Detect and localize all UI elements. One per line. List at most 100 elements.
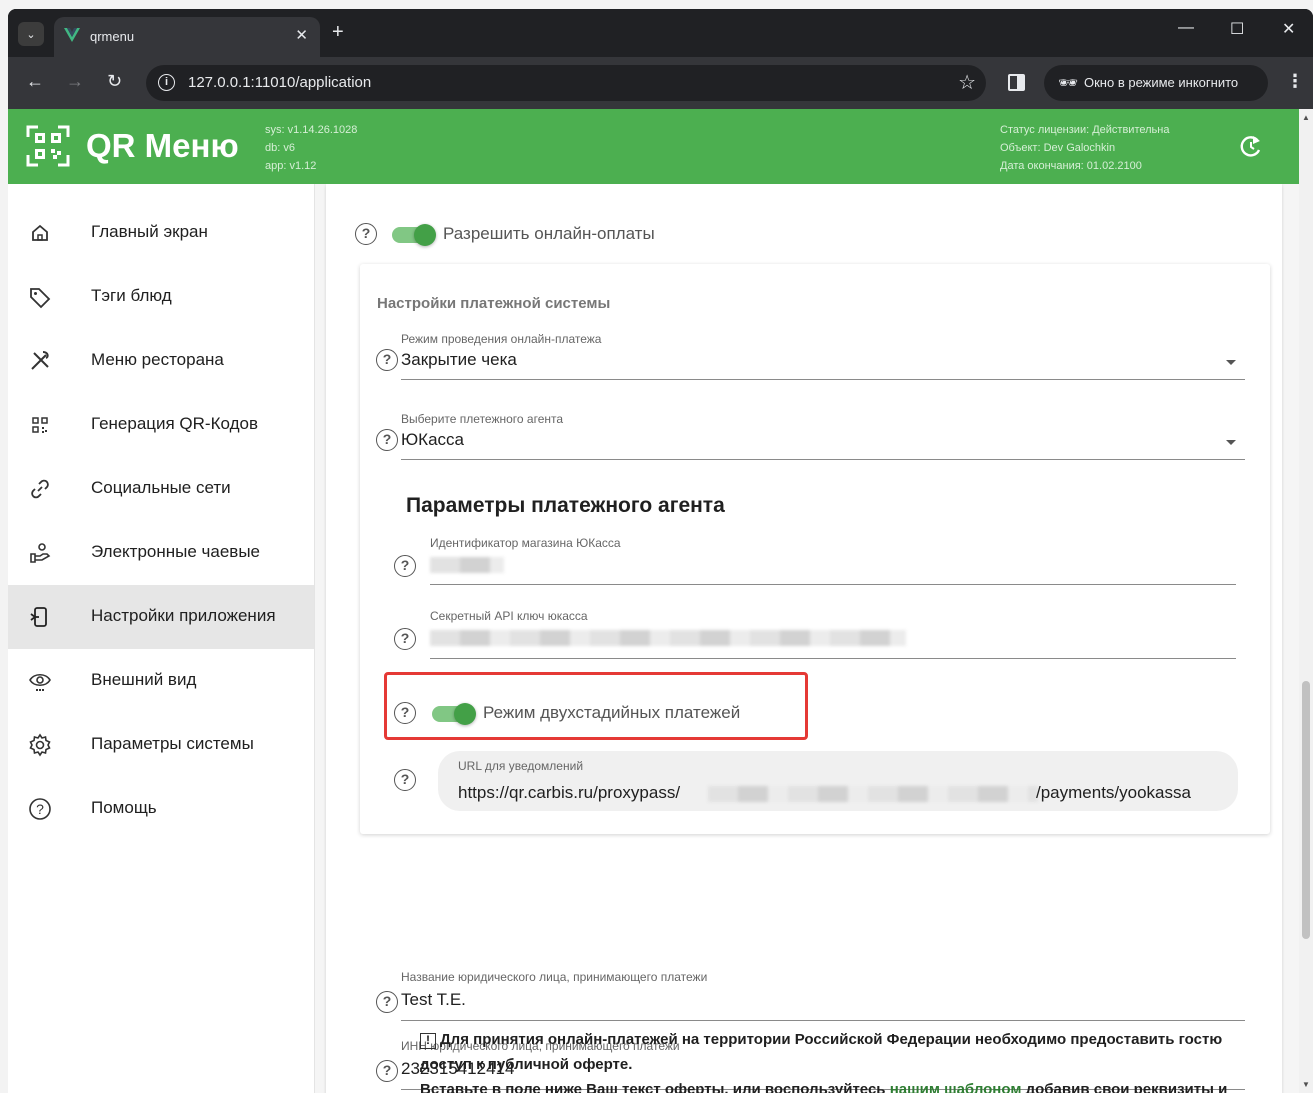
license-status: Статус лицензии: Действительна (1000, 124, 1170, 136)
sidebar-item-label: Тэги блюд (91, 286, 172, 305)
app-brand: QR Меню (86, 127, 239, 164)
payment-agent-select[interactable]: ЮКасса (401, 430, 464, 450)
notification-url-redacted (708, 786, 1038, 802)
tab-search-button[interactable]: ⌄ (18, 22, 44, 46)
sidebar-item-help[interactable]: ? Помощь (8, 777, 314, 841)
tab-bar: ⌄ qrmenu ✕ + — ☐ ✕ (8, 9, 1313, 57)
tab-title: qrmenu (90, 29, 135, 44)
notice-line-1: Для принятия онлайн-платежей на территор… (440, 1031, 1223, 1048)
license-expires: Дата окончания: 01.02.2100 (1000, 160, 1142, 172)
app-settings-icon (30, 607, 47, 627)
new-tab-icon[interactable]: + (332, 21, 344, 44)
incognito-badge[interactable]: 🕶 Окно в режиме инкогнито (1044, 65, 1268, 101)
sidebar-item-menu[interactable]: Меню ресторана (8, 329, 314, 393)
license-refresh-icon[interactable] (1238, 133, 1264, 159)
sidebar-item-social[interactable]: Социальные сети (8, 457, 314, 521)
reload-icon[interactable]: ↻ (107, 71, 122, 92)
browser-menu-icon[interactable]: ⋮ (1286, 71, 1304, 92)
version-db: db: v6 (265, 142, 295, 154)
sidebar-item-home[interactable]: Главный экран (8, 201, 314, 265)
chevron-down-icon[interactable] (1226, 360, 1236, 365)
help-icon: ? (29, 798, 51, 820)
license-object: Объект: Dev Galochkin (1000, 142, 1116, 154)
notification-url-field[interactable]: URL для уведомлений https://qr.carbis.ru… (438, 751, 1238, 811)
minimize-icon[interactable]: — (1178, 19, 1194, 37)
sidebar-item-appearance[interactable]: Внешний вид (8, 649, 314, 713)
notification-url-prefix: https://qr.carbis.ru/proxypass/ (458, 783, 681, 802)
help-icon[interactable]: ? (394, 769, 416, 791)
sidebar-item-label: Социальные сети (91, 478, 231, 497)
bookmark-star-icon[interactable]: ☆ (958, 70, 976, 95)
scroll-up-icon[interactable]: ▲ (1302, 113, 1310, 122)
sidebar-item-tags[interactable]: Тэги блюд (8, 265, 314, 329)
site-info-icon[interactable]: i (158, 74, 175, 91)
sidebar-item-app-settings[interactable]: Настройки приложения (8, 585, 314, 649)
incognito-label: Окно в режиме инкогнито (1084, 75, 1239, 90)
sidebar-item-system[interactable]: Параметры системы (8, 713, 314, 777)
help-icon[interactable]: ? (394, 702, 416, 724)
sidebar-item-tips[interactable]: Электронные чаевые (8, 521, 314, 585)
shop-id-input-redacted[interactable] (430, 557, 504, 573)
eye-icon (29, 673, 51, 691)
sidebar: Главный экран Тэги блюд Меню ресторана Г… (8, 184, 315, 1093)
two-stage-payments-toggle[interactable] (432, 703, 476, 725)
omnibox[interactable]: i 127.0.0.1:11010/application ☆ (146, 65, 986, 101)
side-panel-icon[interactable] (1008, 74, 1025, 91)
agent-params-title: Параметры платежного агента (406, 494, 725, 517)
payment-mode-select[interactable]: Закрытие чека (401, 350, 517, 370)
sidebar-item-label: Меню ресторана (91, 350, 224, 369)
back-icon[interactable]: ← (26, 71, 44, 92)
license-info: Статус лицензии: Действительна Объект: D… (1000, 121, 1169, 175)
page-scrollbar[interactable]: ▲ ▼ (1299, 109, 1313, 1093)
help-icon[interactable]: ? (376, 991, 398, 1013)
home-icon (32, 224, 48, 241)
payment-system-panel: Настройки платежной системы ? Режим пров… (360, 264, 1270, 834)
incognito-icon: 🕶 (1058, 75, 1079, 92)
settings-panel: ? Разрешить онлайн-оплаты Настройки плат… (326, 184, 1282, 1093)
notice-line-3-after: добавив свои реквизиты и (1021, 1081, 1228, 1093)
shop-id-label: Идентификатор магазина ЮКасса (430, 536, 621, 550)
toggle-knob (454, 703, 476, 725)
sidebar-item-qr[interactable]: Генерация QR-Кодов (8, 393, 314, 457)
secret-key-input-redacted[interactable] (430, 630, 906, 646)
help-icon[interactable]: ? (394, 628, 416, 650)
browser-tab[interactable]: qrmenu ✕ (54, 17, 320, 57)
help-icon[interactable]: ? (376, 349, 398, 371)
help-icon[interactable]: ? (394, 555, 416, 577)
offer-notice: ! Для принятия онлайн-платежей на террито… (420, 1027, 1290, 1093)
cutlery-icon (31, 351, 49, 370)
allow-online-payments-label: Разрешить онлайн-оплаты (443, 224, 655, 243)
maximize-icon[interactable]: ☐ (1230, 19, 1244, 39)
qr-code-icon (32, 417, 48, 433)
close-window-icon[interactable]: ✕ (1282, 19, 1295, 39)
help-icon[interactable]: ? (376, 429, 398, 451)
field-underline (401, 1020, 1245, 1021)
close-tab-icon[interactable]: ✕ (295, 26, 308, 44)
gear-icon (29, 733, 51, 757)
main-content: ? Разрешить онлайн-оплаты Настройки плат… (315, 184, 1299, 1093)
chevron-down-icon[interactable] (1226, 440, 1236, 445)
tag-icon (30, 288, 51, 309)
warning-icon: ! (420, 1033, 436, 1049)
sidebar-item-label: Электронные чаевые (91, 542, 260, 561)
toggle-knob (414, 224, 436, 246)
version-info: sys: v1.14.26.1028 db: v6 app: v1.12 (265, 121, 357, 175)
help-icon[interactable]: ? (376, 1060, 398, 1082)
link-icon (31, 479, 49, 499)
sidebar-item-label: Настройки приложения (91, 606, 276, 625)
forward-icon[interactable]: → (66, 71, 84, 92)
sidebar-item-label: Внешний вид (91, 670, 197, 689)
scroll-down-icon[interactable]: ▼ (1302, 1080, 1310, 1089)
help-icon[interactable]: ? (355, 223, 377, 245)
sidebar-item-label: Главный экран (91, 222, 208, 241)
notification-url-label: URL для уведомлений (458, 759, 584, 773)
scrollbar-thumb[interactable] (1302, 681, 1310, 939)
template-link[interactable]: нашим шаблоном (890, 1081, 1022, 1093)
legal-name-input[interactable]: Test T.E. (401, 990, 466, 1010)
notice-line-2: доступ к публичной оферте. (420, 1056, 633, 1073)
allow-online-payments-toggle[interactable] (392, 224, 436, 246)
two-stage-payments-label: Режим двухстадийных платежей (483, 703, 741, 722)
notice-line-3-before: Вставьте в поле ниже Ваш текст оферты, и… (420, 1081, 890, 1093)
field-underline (401, 379, 1245, 380)
browser-window: ⌄ qrmenu ✕ + — ☐ ✕ ← → ↻ i 127.0.0.1:110… (8, 9, 1313, 1093)
